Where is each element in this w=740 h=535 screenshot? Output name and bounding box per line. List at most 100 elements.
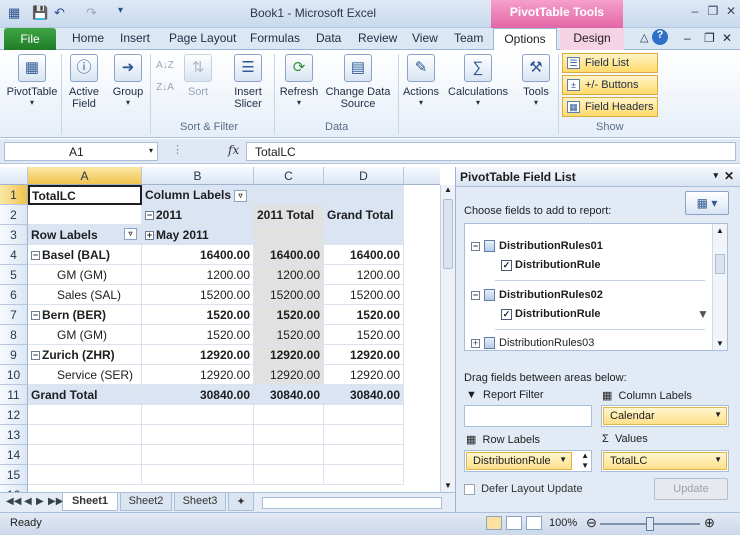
cell-empty[interactable] (142, 425, 254, 445)
cell-b10[interactable]: 12920.00 (142, 365, 254, 385)
field-chip-calendar[interactable]: Calendar ▼ (603, 407, 727, 425)
field-item[interactable]: + DistributionRules03 (471, 337, 594, 350)
cell-a2[interactable] (28, 205, 142, 225)
area-scroll-icon[interactable]: ▲ ▼ (581, 451, 589, 471)
checkbox-checked-icon[interactable]: ✓ (501, 308, 512, 320)
cell-b1[interactable]: Column Labels ▿ (142, 185, 254, 205)
zoom-slider-thumb[interactable] (646, 517, 654, 531)
ribbon-collapse-icon[interactable]: △ (640, 31, 648, 44)
tab-data[interactable]: Data (316, 31, 341, 45)
zoom-level[interactable]: 100% (549, 517, 577, 529)
filter-icon[interactable]: ▼ (697, 307, 709, 321)
collapse-icon[interactable]: − (31, 311, 40, 321)
cell-empty[interactable] (142, 405, 254, 425)
insert-function-icon[interactable]: fx (228, 143, 239, 157)
page-layout-view-icon[interactable] (506, 516, 522, 530)
cell-c5[interactable]: 1200.00 (254, 265, 324, 285)
cell-a3[interactable]: Row Labels ▿ (28, 225, 142, 245)
sheet-tab-sheet3[interactable]: Sheet3 (174, 493, 226, 511)
cell-c7[interactable]: 1520.00 (254, 305, 324, 325)
save-icon[interactable]: 💾 (32, 5, 48, 21)
horizontal-scrollbar[interactable] (262, 497, 442, 509)
page-break-view-icon[interactable] (526, 516, 542, 530)
calculations-button[interactable]: ∑ Calculations ▾ (446, 54, 510, 107)
tab-page-layout[interactable]: Page Layout (169, 31, 236, 45)
row-header[interactable]: 10 (0, 365, 28, 385)
cell-d1[interactable] (324, 185, 404, 205)
field-chip-totallc[interactable]: TotalLC ▼ (603, 452, 727, 470)
minimize-button[interactable]: – (686, 4, 704, 20)
tab-insert[interactable]: Insert (120, 31, 150, 45)
row-header[interactable]: 15 (0, 465, 28, 485)
actions-button[interactable]: ✎ Actions ▾ (400, 54, 442, 107)
cell-a8[interactable]: GM (GM) (28, 325, 142, 345)
cell-c6[interactable]: 15200.00 (254, 285, 324, 305)
checkbox-checked-icon[interactable]: ✓ (501, 259, 512, 271)
dropdown-arrow-icon[interactable]: ▼ (714, 410, 722, 419)
cell-empty[interactable] (142, 465, 254, 485)
cell-b7[interactable]: 1520.00 (142, 305, 254, 325)
row-header[interactable]: 7 (0, 305, 28, 325)
field-item[interactable]: ✓ DistributionRule (501, 308, 601, 320)
collapse-icon[interactable]: − (145, 211, 154, 221)
doc-minimize-icon[interactable]: – (684, 31, 691, 45)
row-header[interactable]: 14 (0, 445, 28, 465)
column-header-a[interactable]: A (28, 167, 142, 185)
row-header[interactable]: 12 (0, 405, 28, 425)
column-filter-icon[interactable]: ▿ (234, 189, 248, 202)
row-filter-icon[interactable]: ▿ (124, 228, 137, 240)
row-header[interactable]: 9 (0, 345, 28, 365)
update-button[interactable]: Update (654, 478, 728, 500)
cell-a1[interactable]: TotalLC (28, 185, 142, 205)
cell-c10[interactable]: 12920.00 (254, 365, 324, 385)
cell-c11[interactable]: 30840.00 (254, 385, 324, 405)
cell-d2[interactable]: Grand Total (324, 205, 404, 225)
cell-b4[interactable]: 16400.00 (142, 245, 254, 265)
field-list-scrollbar[interactable]: ▲ ▼ (712, 224, 727, 350)
insert-slicer-button[interactable]: ☰ Insert Slicer (226, 54, 270, 110)
field-list-layout-button[interactable]: ▦ ▾ (685, 191, 729, 215)
cell-d10[interactable]: 12920.00 (324, 365, 404, 385)
scroll-down-icon[interactable]: ▼ (716, 339, 724, 348)
normal-view-icon[interactable] (486, 516, 502, 530)
cell-c8[interactable]: 1520.00 (254, 325, 324, 345)
row-header[interactable]: 8 (0, 325, 28, 345)
cell-d8[interactable]: 1520.00 (324, 325, 404, 345)
field-list-toggle[interactable]: ☰ Field List (562, 53, 658, 73)
cell-empty[interactable] (142, 445, 254, 465)
field-item[interactable]: − DistributionRules02 (471, 289, 603, 302)
pane-menu-icon[interactable]: ▾ (713, 170, 718, 181)
cell-c1[interactable] (254, 185, 324, 205)
cell-empty[interactable] (324, 405, 404, 425)
sheet-tab-sheet2[interactable]: Sheet2 (120, 493, 172, 511)
close-button[interactable]: ✕ (722, 4, 740, 20)
sort-button[interactable]: ⇅ Sort (180, 54, 216, 98)
cell-c4[interactable]: 16400.00 (254, 245, 324, 265)
cell-c2[interactable]: 2011 Total (254, 205, 324, 225)
expand-icon[interactable]: + (471, 338, 480, 348)
zoom-in-icon[interactable]: ⊕ (704, 515, 715, 531)
next-sheet-icon[interactable]: ▶ (36, 496, 44, 507)
active-field-button[interactable]: ⓘ Active Field (62, 54, 106, 110)
row-header[interactable]: 5 (0, 265, 28, 285)
cell-empty[interactable] (324, 465, 404, 485)
cell-empty[interactable] (28, 425, 142, 445)
report-filter-area[interactable] (464, 405, 592, 427)
help-icon[interactable]: ? (652, 29, 668, 45)
tab-home[interactable]: Home (72, 31, 104, 45)
formula-input[interactable]: TotalLC (246, 142, 736, 161)
cell-a7[interactable]: − Bern (BER) (28, 305, 142, 325)
expand-icon[interactable]: + (145, 231, 154, 241)
name-box[interactable]: A1 ▾ (4, 142, 158, 161)
insert-sheet-icon[interactable]: ✦ (228, 493, 254, 511)
column-header-d[interactable]: D (324, 167, 404, 185)
change-data-source-button[interactable]: ▤ Change Data Source (324, 54, 392, 110)
cell-d11[interactable]: 30840.00 (324, 385, 404, 405)
row-header[interactable]: 16 (0, 485, 28, 492)
pane-close-icon[interactable]: ✕ (724, 169, 734, 183)
row-header[interactable]: 4 (0, 245, 28, 265)
cell-d9[interactable]: 12920.00 (324, 345, 404, 365)
field-item[interactable]: ✓ DistributionRule (501, 259, 601, 271)
cell-b6[interactable]: 15200.00 (142, 285, 254, 305)
field-chip-distributionrule[interactable]: DistributionRule ▼ (466, 452, 572, 470)
